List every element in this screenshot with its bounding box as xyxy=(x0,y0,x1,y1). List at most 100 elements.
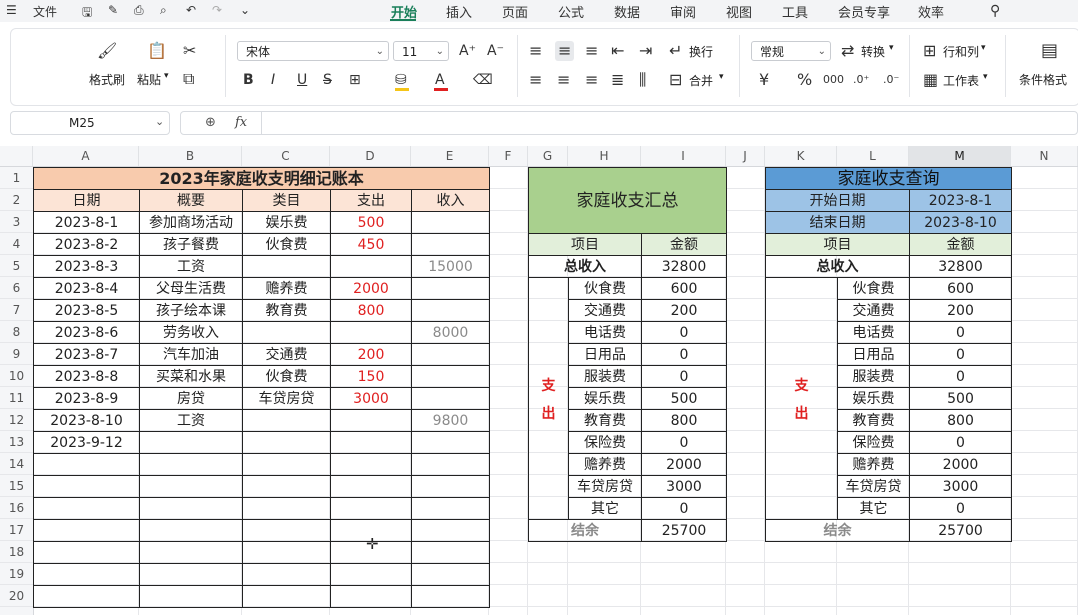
ledger-cell[interactable] xyxy=(330,563,412,586)
file-menu[interactable]: 文件 xyxy=(33,3,57,20)
ledger-cell[interactable]: 2023-8-5 xyxy=(33,299,140,322)
summary-item-amount[interactable]: 0 xyxy=(641,365,727,388)
ledger-cell[interactable]: 3000 xyxy=(330,387,412,410)
ledger-cell[interactable] xyxy=(139,585,243,608)
row-header[interactable]: 12 xyxy=(0,409,33,431)
ledger-cell[interactable]: 劳务收入 xyxy=(139,321,243,344)
column-header-j[interactable]: J xyxy=(726,146,765,166)
ledger-cell[interactable]: 2023-8-9 xyxy=(33,387,140,410)
row-header[interactable]: 16 xyxy=(0,497,33,519)
query-item-label[interactable]: 伙食费 xyxy=(837,277,910,300)
select-all-corner[interactable] xyxy=(0,146,33,166)
query-end-label[interactable]: 结束日期 xyxy=(765,211,910,234)
column-header-c[interactable]: C xyxy=(242,146,330,166)
query-item-amount[interactable]: 600 xyxy=(909,277,1012,300)
ledger-cell[interactable] xyxy=(139,541,243,564)
tab-review[interactable]: 审阅 xyxy=(670,2,696,21)
ledger-cell[interactable] xyxy=(242,409,331,432)
ledger-cell[interactable] xyxy=(411,277,490,300)
ledger-cell[interactable] xyxy=(33,497,140,520)
summary-item-amount[interactable]: 600 xyxy=(641,277,727,300)
paste-label[interactable]: 粘贴 xyxy=(137,71,161,88)
conditional-format-button[interactable]: 条件格式 xyxy=(1019,71,1067,88)
ledger-cell[interactable]: 2023-8-7 xyxy=(33,343,140,366)
menu-icon[interactable]: ☰ xyxy=(6,3,17,17)
ledger-cell[interactable]: 房贷 xyxy=(139,387,243,410)
summary-item-label[interactable]: 娱乐费 xyxy=(568,387,642,410)
bold-icon[interactable]: B xyxy=(243,72,254,88)
tab-formula[interactable]: 公式 xyxy=(558,2,584,21)
decrease-decimal-icon[interactable]: .0⁻ xyxy=(883,72,899,88)
summary-item-amount[interactable]: 800 xyxy=(641,409,727,432)
align-top-icon[interactable]: ≡ xyxy=(529,43,542,59)
ledger-cell[interactable] xyxy=(242,475,331,498)
zoom-icon[interactable]: ⊕ xyxy=(205,115,216,130)
ledger-cell[interactable]: 交通费 xyxy=(242,343,331,366)
query-item-amount[interactable]: 0 xyxy=(909,431,1012,454)
query-item-amount[interactable]: 0 xyxy=(909,365,1012,388)
row-header[interactable]: 15 xyxy=(0,475,33,497)
chevron-down-icon[interactable]: ▾ xyxy=(164,71,169,81)
chevron-down-icon[interactable]: ▾ xyxy=(983,72,988,82)
ledger-cell[interactable] xyxy=(33,475,140,498)
query-item-label[interactable]: 车贷房贷 xyxy=(837,475,910,498)
ledger-header[interactable]: 概要 xyxy=(139,189,243,212)
query-item-amount[interactable]: 0 xyxy=(909,343,1012,366)
format-painter-icon[interactable]: 🖌 xyxy=(97,43,117,59)
ledger-cell[interactable]: 参加商场活动 xyxy=(139,211,243,234)
brush-icon[interactable]: ✎ xyxy=(108,3,118,17)
column-header-k[interactable]: K xyxy=(765,146,837,166)
ledger-cell[interactable]: 教育费 xyxy=(242,299,331,322)
summary-item-label[interactable]: 服装费 xyxy=(568,365,642,388)
undo-icon[interactable]: ↶ xyxy=(186,3,196,17)
strikethrough-icon[interactable]: S̶ xyxy=(323,72,332,88)
ledger-cell[interactable]: 800 xyxy=(330,299,412,322)
row-header[interactable]: 2 xyxy=(0,189,33,211)
ledger-cell[interactable] xyxy=(33,453,140,476)
ledger-cell[interactable]: 汽车加油 xyxy=(139,343,243,366)
ledger-cell[interactable] xyxy=(411,233,490,256)
row-header[interactable]: 5 xyxy=(0,255,33,277)
row-header[interactable]: 4 xyxy=(0,233,33,255)
row-header[interactable]: 9 xyxy=(0,343,33,365)
query-item-label[interactable]: 娱乐费 xyxy=(837,387,910,410)
merge-button[interactable]: 合并 xyxy=(689,72,713,89)
ledger-cell[interactable] xyxy=(139,497,243,520)
border-icon[interactable]: ⊞ xyxy=(349,72,361,88)
ledger-cell[interactable]: 500 xyxy=(330,211,412,234)
font-name-select[interactable]: 宋体 ⌄ xyxy=(237,41,389,61)
search-icon[interactable]: ⚲ xyxy=(990,3,1000,19)
cut-icon[interactable]: ✂ xyxy=(183,43,196,59)
summary-item-label[interactable]: 其它 xyxy=(568,497,642,520)
query-item-label[interactable]: 交通费 xyxy=(837,299,910,322)
query-end-date[interactable]: 2023-8-10 xyxy=(909,211,1012,234)
ledger-cell[interactable] xyxy=(330,475,412,498)
row-header[interactable]: 19 xyxy=(0,563,33,585)
ledger-cell[interactable] xyxy=(33,541,140,564)
tab-member[interactable]: 会员专享 xyxy=(838,2,890,21)
summary-balance[interactable]: 25700 xyxy=(641,519,727,542)
ledger-cell[interactable] xyxy=(33,585,140,608)
summary-total-income[interactable]: 32800 xyxy=(641,255,727,278)
summary-item-amount[interactable]: 0 xyxy=(641,431,727,454)
ledger-cell[interactable] xyxy=(139,453,243,476)
summary-item-label[interactable]: 电话费 xyxy=(568,321,642,344)
ledger-cell[interactable]: 200 xyxy=(330,343,412,366)
ledger-header[interactable]: 日期 xyxy=(33,189,140,212)
row-header[interactable]: 10 xyxy=(0,365,33,387)
ledger-cell[interactable]: 孩子绘本课 xyxy=(139,299,243,322)
query-item-label[interactable]: 日用品 xyxy=(837,343,910,366)
ledger-cell[interactable]: 父母生活费 xyxy=(139,277,243,300)
ledger-cell[interactable] xyxy=(330,453,412,476)
increase-font-icon[interactable]: A⁺ xyxy=(459,43,476,59)
font-size-select[interactable]: 11 ⌄ xyxy=(393,41,449,61)
ledger-cell[interactable] xyxy=(411,211,490,234)
summary-item-label[interactable]: 保险费 xyxy=(568,431,642,454)
ledger-cell[interactable] xyxy=(242,255,331,278)
italic-icon[interactable]: I xyxy=(271,72,275,88)
column-header-d[interactable]: D xyxy=(330,146,411,166)
ledger-cell[interactable]: 2023-8-1 xyxy=(33,211,140,234)
row-header[interactable]: 6 xyxy=(0,277,33,299)
column-header-h[interactable]: H xyxy=(568,146,641,166)
ledger-cell[interactable]: 2023-8-2 xyxy=(33,233,140,256)
